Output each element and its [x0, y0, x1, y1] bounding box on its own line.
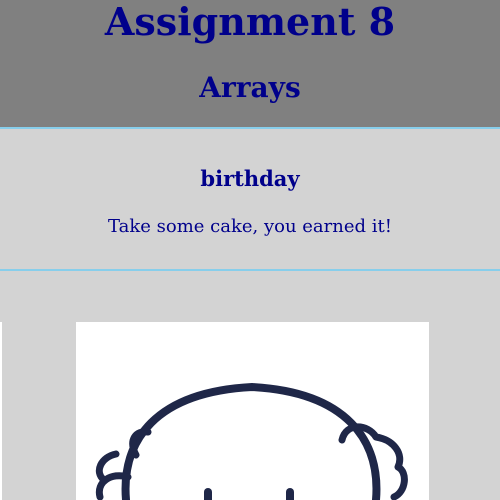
page-subtitle: Arrays — [199, 71, 301, 104]
page-header: Assignment 8 Arrays — [0, 0, 500, 127]
left-edge-line — [0, 322, 2, 500]
divider-top — [0, 127, 500, 129]
page-title: Assignment 8 — [104, 0, 396, 44]
section-heading: birthday — [200, 166, 300, 191]
divider-bottom — [0, 269, 500, 271]
illustration-card — [76, 322, 429, 500]
cartoon-face-icon — [95, 382, 408, 500]
section-text: Take some cake, you earned it! — [108, 216, 392, 237]
